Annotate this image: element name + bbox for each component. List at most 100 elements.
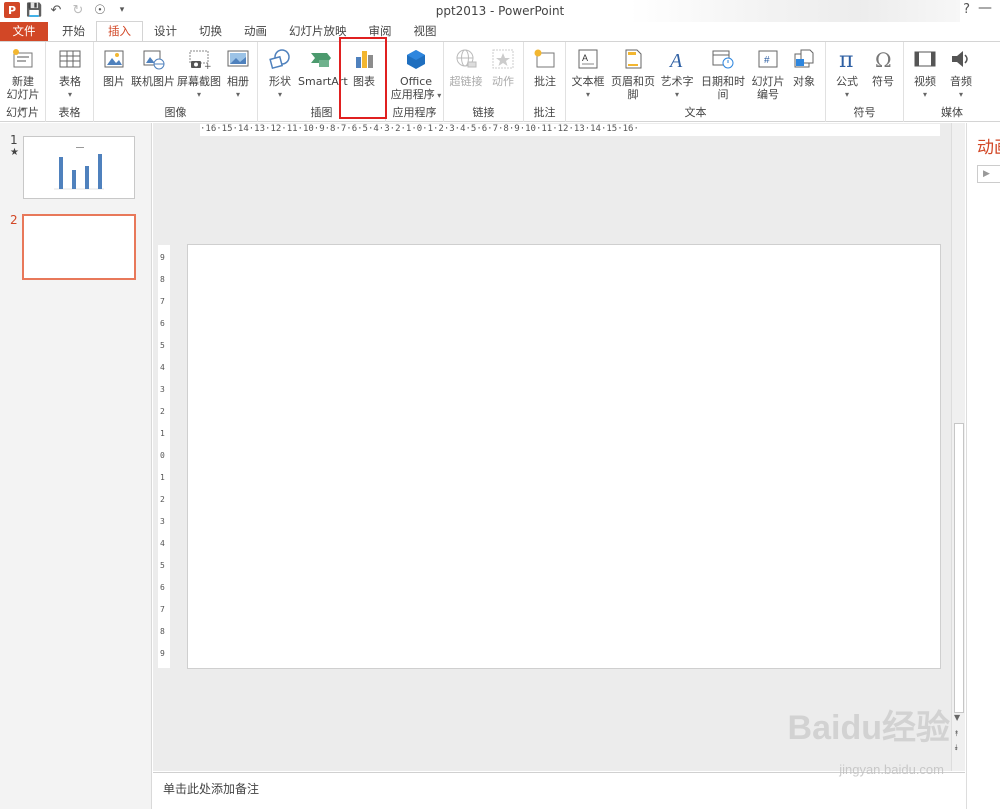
calendar-clock-icon <box>710 46 736 72</box>
table-button[interactable]: 表格 ▾ <box>54 46 86 101</box>
svg-text:π: π <box>839 48 853 70</box>
dropdown-arrow-icon: ▾ <box>235 90 240 99</box>
action-label: 动作 <box>492 75 514 88</box>
minimize-button[interactable]: — <box>978 0 992 16</box>
window-title: ppt2013 - PowerPoint <box>435 4 565 18</box>
object-button[interactable]: 对象 <box>788 46 820 88</box>
dropdown-arrow-icon: ▾ <box>585 90 590 99</box>
pi-equation-icon: π <box>834 46 860 72</box>
group-tables: 表格 ▾ 表格 <box>46 42 94 122</box>
equation-button[interactable]: π 公式 ▾ <box>830 46 864 101</box>
office-store-icon <box>403 46 429 72</box>
hyperlink-button[interactable]: 超链接 <box>448 46 484 88</box>
textbox-button[interactable]: A 文本框 ▾ <box>570 46 606 101</box>
svg-text:Ω: Ω <box>875 48 892 70</box>
photo-album-button[interactable]: 相册 ▾ <box>222 46 254 101</box>
group-label-slides: 幻灯片 <box>6 106 39 119</box>
tab-view[interactable]: 视图 <box>403 22 448 41</box>
group-label-symbols: 符号 <box>853 106 876 119</box>
smartart-label: SmartArt <box>298 75 348 88</box>
group-label-apps: 应用程序 <box>392 106 437 119</box>
slide-thumbnail-2[interactable] <box>22 214 136 280</box>
vruler-tick: 9 <box>160 649 165 658</box>
action-button[interactable]: 动作 <box>486 46 520 88</box>
tab-insert[interactable]: 插入 <box>96 21 143 41</box>
group-apps: Office 应用程序 ▾ 应用程序 <box>386 42 444 122</box>
equation-label: 公式 <box>836 75 858 88</box>
help-button[interactable]: ? <box>963 2 970 17</box>
dropdown-arrow-icon: ▾ <box>958 90 963 99</box>
slide-number-2: 2 <box>10 213 18 227</box>
symbol-label: 符号 <box>872 75 894 88</box>
group-label-comments: 批注 <box>533 106 556 119</box>
table-label: 表格 <box>59 75 81 88</box>
comment-button[interactable]: 批注 <box>529 46 561 88</box>
slide-number-label-2: 编号 <box>757 88 779 101</box>
tab-file[interactable]: 文件 <box>0 22 48 41</box>
slide-number-button[interactable]: # 幻灯片 编号 <box>750 46 786 101</box>
baidu-watermark-url: jingyan.baidu.com <box>839 762 944 777</box>
animation-task-pane: 动画 ▶ <box>966 123 1000 809</box>
vruler-tick: 2 <box>160 495 165 504</box>
group-links: 超链接 动作 链接 <box>444 42 524 122</box>
date-time-button[interactable]: 日期和时间 <box>696 46 750 101</box>
symbol-button[interactable]: Ω 符号 <box>866 46 900 88</box>
object-label: 对象 <box>793 75 815 88</box>
vruler-tick: 3 <box>160 517 165 526</box>
svg-text:A: A <box>582 53 588 63</box>
audio-button[interactable]: 音频 ▾ <box>944 46 978 101</box>
screenshot-icon: + <box>186 46 212 72</box>
header-footer-label: 页眉和页脚 <box>611 75 655 101</box>
photo-album-label: 相册 <box>227 75 249 88</box>
office-apps-label-2: 应用程序 <box>390 88 435 101</box>
previous-slide-icon[interactable]: ⯭ <box>954 729 959 739</box>
tab-transitions[interactable]: 切换 <box>188 22 233 41</box>
vruler-tick: 9 <box>160 253 165 262</box>
shapes-button[interactable]: 形状 ▾ <box>264 46 296 101</box>
tab-home[interactable]: 开始 <box>48 22 96 41</box>
group-label-images: 图像 <box>164 106 187 119</box>
online-picture-label: 联机图片 <box>131 75 175 88</box>
slide-1-chart-preview <box>54 147 104 190</box>
vruler-tick: 4 <box>160 539 165 548</box>
vruler-tick: 7 <box>160 297 165 306</box>
smartart-button[interactable]: SmartArt <box>298 46 348 88</box>
slide-thumbnail-panel: 1 ★ 2 <box>0 123 152 809</box>
ribbon-tabs: 文件 开始 插入 设计 切换 动画 幻灯片放映 审阅 视图 <box>0 21 1000 41</box>
wordart-button[interactable]: A 艺术字 ▾ <box>660 46 694 101</box>
vruler-tick: 0 <box>160 451 165 460</box>
video-label: 视频 <box>914 75 936 88</box>
vruler-tick: 8 <box>160 275 165 284</box>
omega-symbol-icon: Ω <box>870 46 896 72</box>
new-slide-label-2: 幻灯片 <box>6 88 40 101</box>
group-label-tables: 表格 <box>58 106 81 119</box>
picture-button[interactable]: 图片 <box>98 46 130 88</box>
wordart-icon: A <box>664 46 690 72</box>
svg-text:#: # <box>764 55 770 66</box>
next-slide-icon[interactable]: ⯯ <box>954 743 959 753</box>
notes-pane[interactable]: 单击此处添加备注 <box>153 772 965 809</box>
slide-canvas[interactable] <box>187 244 941 669</box>
dropdown-arrow-icon: ▾ <box>844 90 849 99</box>
baidu-watermark-logo: Baidu经验 <box>787 709 950 747</box>
scrollbar-thumb[interactable] <box>954 423 964 713</box>
online-picture-button[interactable]: 联机图片 <box>130 46 176 88</box>
film-video-icon <box>912 46 938 72</box>
tab-design[interactable]: 设计 <box>143 22 188 41</box>
tab-animations[interactable]: 动画 <box>233 22 278 41</box>
audio-label: 音频 <box>950 75 972 88</box>
slide-number-icon: # <box>755 46 781 72</box>
notes-placeholder: 单击此处添加备注 <box>163 782 260 796</box>
textbox-icon: A <box>575 46 601 72</box>
play-button[interactable]: ▶ <box>977 165 1000 183</box>
slide-thumbnail-1[interactable] <box>23 136 135 199</box>
group-label-text: 文本 <box>684 106 707 119</box>
vruler-tick: 4 <box>160 363 165 372</box>
object-icon <box>791 46 817 72</box>
screenshot-button[interactable]: + 屏幕截图 ▾ <box>176 46 222 101</box>
video-button[interactable]: 视频 ▾ <box>908 46 942 101</box>
office-apps-button[interactable]: Office 应用程序 ▾ <box>389 46 443 102</box>
scroll-down-arrow-icon[interactable]: ▼ <box>954 713 960 722</box>
vertical-scrollbar[interactable]: ▼ ⯭ ⯯ <box>951 123 965 771</box>
header-footer-button[interactable]: 页眉和页脚 <box>606 46 660 101</box>
